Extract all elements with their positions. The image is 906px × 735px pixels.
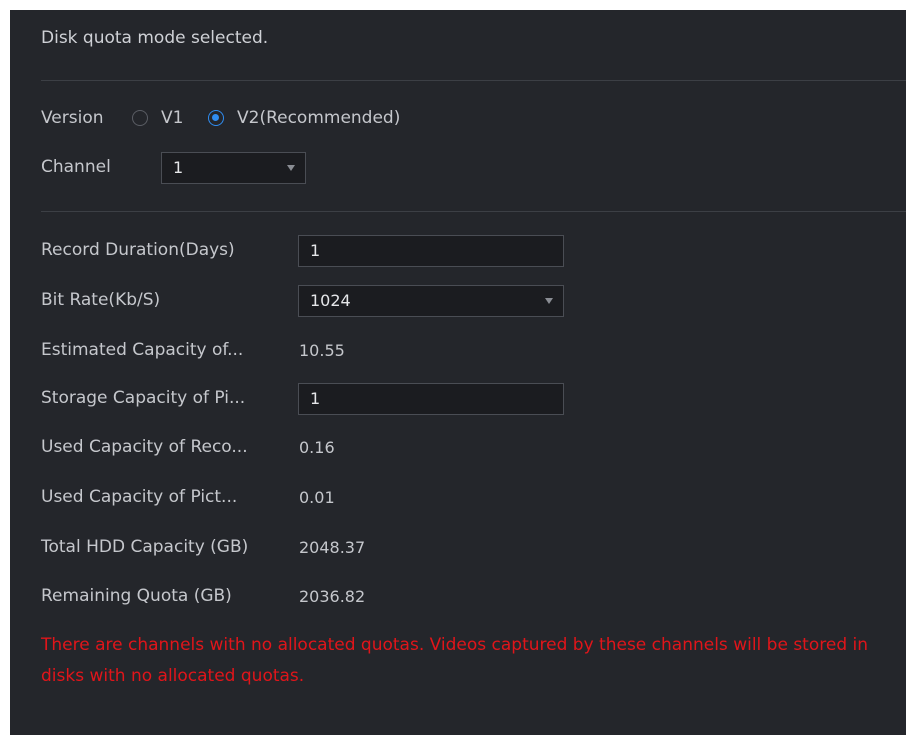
record-duration-label: Record Duration(Days) — [41, 240, 235, 260]
bit-rate-label: Bit Rate(Kb/S) — [41, 290, 161, 310]
divider-middle — [41, 211, 906, 212]
storage-capacity-picture-input[interactable]: 1 — [298, 383, 564, 415]
chevron-down-icon — [545, 298, 553, 304]
divider-top — [41, 80, 906, 81]
used-capacity-record-value: 0.16 — [299, 438, 335, 457]
chevron-down-icon — [287, 165, 295, 171]
used-capacity-picture-value: 0.01 — [299, 488, 335, 507]
channel-label: Channel — [41, 157, 111, 177]
radio-v2[interactable] — [208, 110, 224, 126]
total-hdd-value: 2048.37 — [299, 538, 366, 557]
record-duration-input[interactable]: 1 — [298, 235, 564, 267]
bit-rate-select[interactable]: 1024 — [298, 285, 564, 317]
version-option-v2[interactable]: V2(Recommended) — [208, 108, 400, 128]
used-capacity-picture-label: Used Capacity of Pict... — [41, 487, 238, 507]
quota-mode-message: Disk quota mode selected. — [41, 28, 269, 48]
estimated-capacity-label: Estimated Capacity of... — [41, 340, 244, 360]
radio-v1[interactable] — [132, 110, 148, 126]
disk-quota-panel: Disk quota mode selected. Version V1 V2(… — [10, 10, 906, 735]
quota-warning-text: There are channels with no allocated quo… — [41, 635, 869, 686]
version-option-v1[interactable]: V1 — [132, 108, 183, 128]
estimated-capacity-value: 10.55 — [299, 341, 345, 360]
storage-capacity-picture-label: Storage Capacity of Pi... — [41, 388, 246, 408]
total-hdd-label: Total HDD Capacity (GB) — [41, 537, 249, 557]
used-capacity-record-label: Used Capacity of Reco... — [41, 437, 248, 457]
version-option-v2-label: V2(Recommended) — [237, 108, 401, 128]
remaining-quota-label: Remaining Quota (GB) — [41, 586, 232, 606]
version-label: Version — [41, 108, 104, 128]
channel-select[interactable]: 1 — [161, 152, 306, 184]
channel-select-value: 1 — [173, 158, 184, 177]
remaining-quota-value: 2036.82 — [299, 587, 366, 606]
version-option-v1-label: V1 — [161, 108, 184, 128]
bit-rate-select-value: 1024 — [310, 291, 351, 310]
